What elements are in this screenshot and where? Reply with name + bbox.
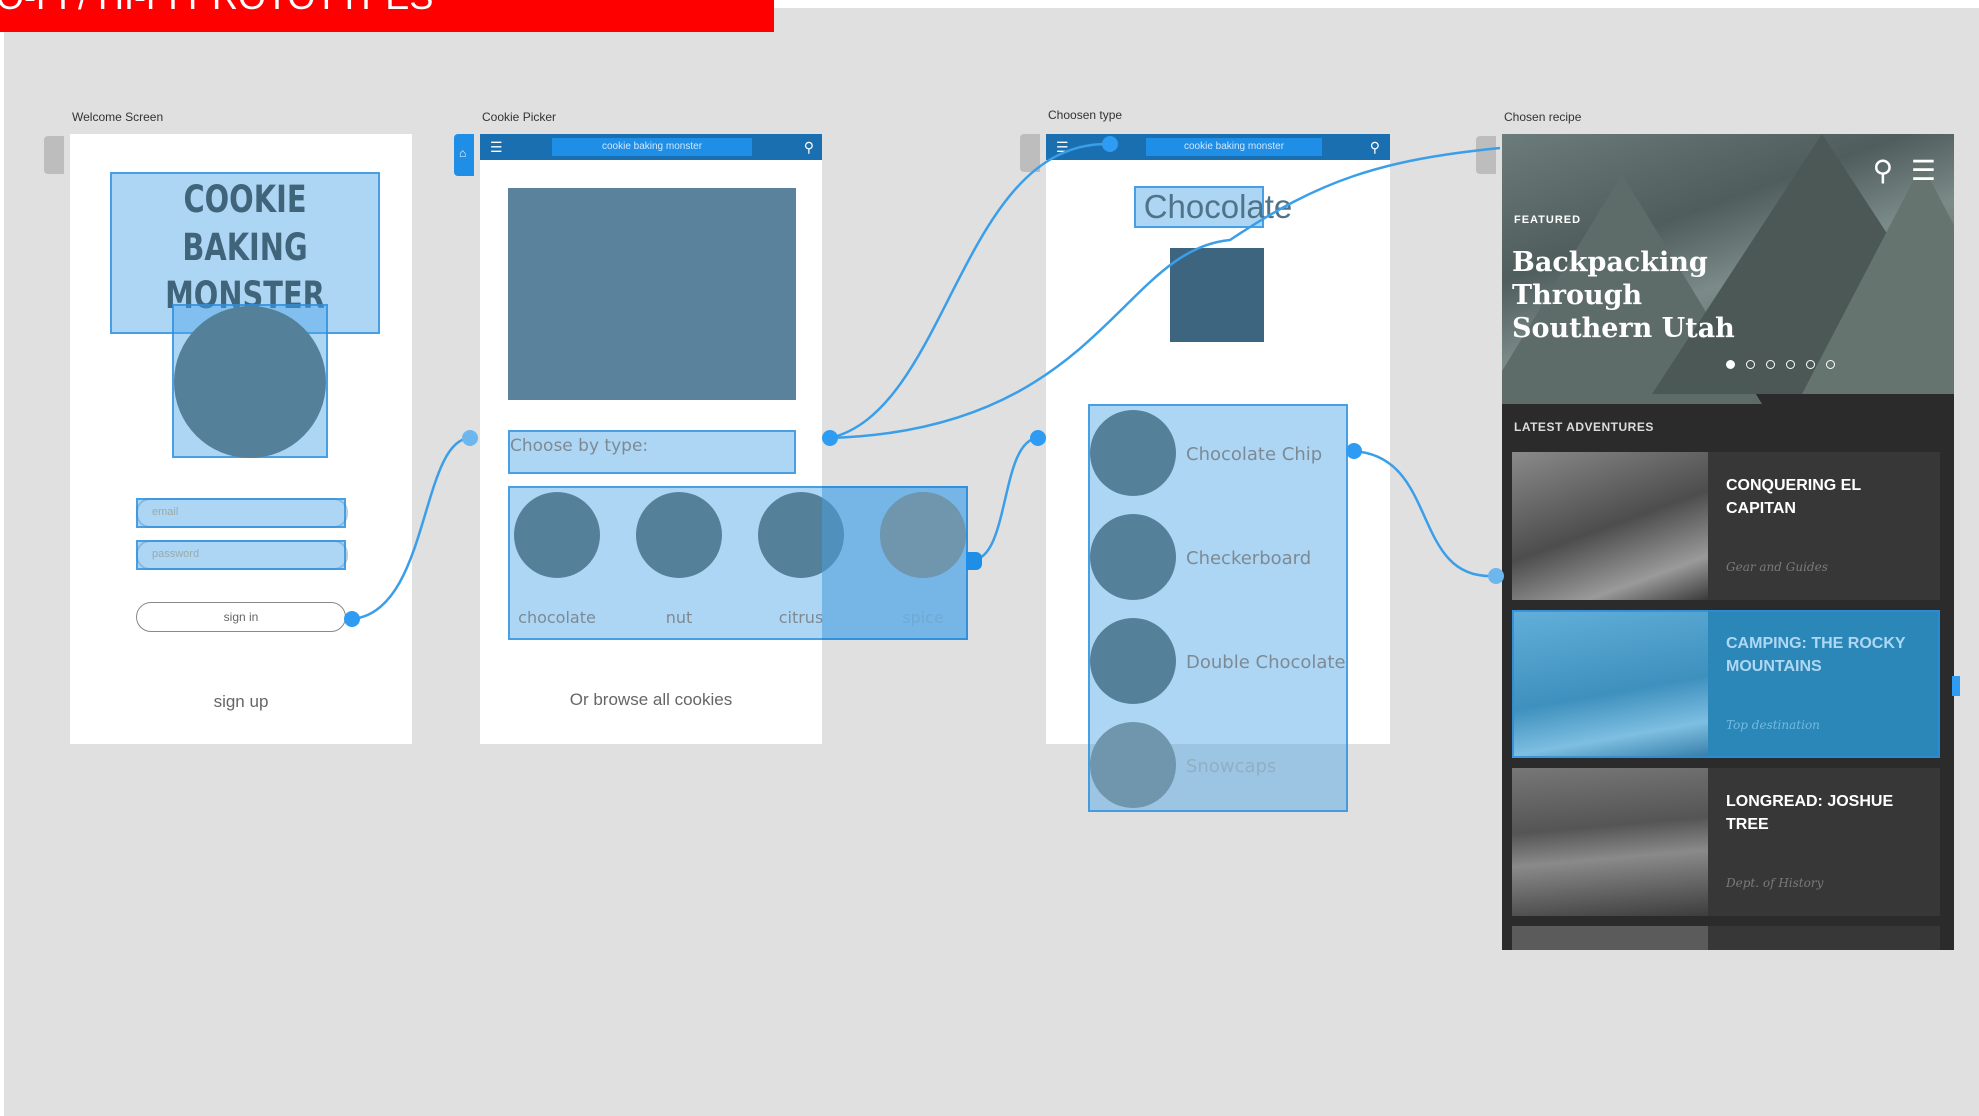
prototype-links (351, 142, 1501, 621)
link-target-navbar[interactable] (1102, 136, 1118, 152)
link-target-chosen-type[interactable] (1030, 430, 1046, 446)
link-start-type-row[interactable] (966, 552, 982, 570)
link-wire (1351, 449, 1495, 578)
link-start-recipe-list[interactable] (1346, 443, 1362, 459)
link-wire (829, 146, 1501, 440)
link-start-signin[interactable] (344, 611, 360, 627)
link-wire (829, 142, 1111, 440)
link-start-choose[interactable] (822, 430, 838, 446)
link-wire (351, 436, 471, 621)
link-target-recipe[interactable] (1488, 568, 1504, 584)
link-wire (971, 436, 1039, 562)
link-target-picker[interactable] (462, 430, 478, 446)
